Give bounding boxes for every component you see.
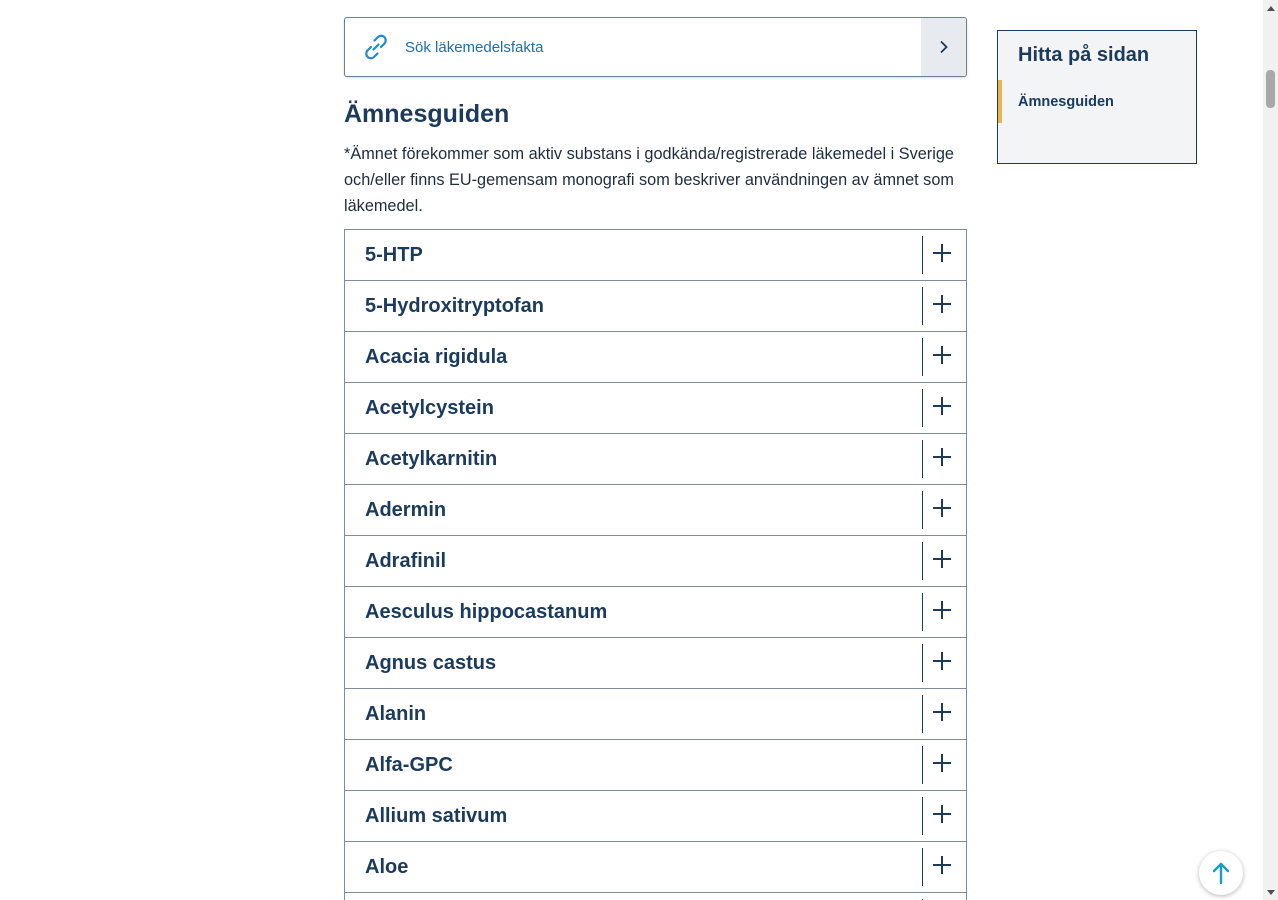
arrow-up-icon	[1211, 861, 1231, 885]
accordion-divider	[922, 287, 923, 325]
chevron-right-icon[interactable]	[921, 18, 966, 76]
accordion-divider	[922, 593, 923, 631]
accordion-divider	[922, 644, 923, 682]
accordion-item-title: Allium sativum	[365, 804, 508, 827]
plus-icon[interactable]	[933, 550, 951, 568]
accordion-item-title: Acetylkarnitin	[365, 447, 498, 470]
accordion-item[interactable]: Agnus castus	[344, 638, 967, 689]
back-to-top-button[interactable]	[1199, 851, 1243, 895]
accordion-item-title: 5-HTP	[365, 243, 423, 266]
accordion-item-title: 5-Hydroxitryptofan	[365, 294, 544, 317]
find-on-page-box: Hitta på sidan Ämnesguiden	[997, 30, 1197, 164]
accordion-item[interactable]: Aloe	[344, 842, 967, 893]
accordion-item[interactable]: Alanin	[344, 689, 967, 740]
accordion-item-title: Acetylcystein	[365, 396, 494, 419]
accordion-item[interactable]: Allium sativum	[344, 791, 967, 842]
accordion-divider	[922, 440, 923, 478]
plus-icon[interactable]	[933, 652, 951, 670]
accordion-item-title: Aloe	[365, 855, 409, 878]
accordion-divider	[922, 797, 923, 835]
accordion-item[interactable]: Adermin	[344, 485, 967, 536]
accordion-item[interactable]: Acetylcystein	[344, 383, 967, 434]
accordion-divider	[922, 389, 923, 427]
plus-icon[interactable]	[933, 499, 951, 517]
plus-icon[interactable]	[933, 448, 951, 466]
accordion-item-title: Acacia rigidula	[365, 345, 508, 368]
plus-icon[interactable]	[933, 754, 951, 772]
accordion-item[interactable]: 5-HTP	[344, 229, 967, 281]
accordion-item-title: Alfa-GPC	[365, 753, 453, 776]
accordion-item-title: Alanin	[365, 702, 427, 725]
plus-icon[interactable]	[933, 346, 951, 364]
accordion-item-title: Adermin	[365, 498, 447, 521]
accordion-item[interactable]: Acetylkarnitin	[344, 434, 967, 485]
link-icon	[359, 30, 393, 64]
substance-accordion: 5-HTP 5-Hydroxitryptofan Acacia rigidula Ac…	[344, 229, 967, 900]
toc-item-label: Ämnesguiden	[1018, 93, 1114, 110]
search-drug-facts-label: Sök läkemedelsfakta	[405, 38, 544, 56]
plus-icon[interactable]	[933, 703, 951, 721]
plus-icon[interactable]	[933, 397, 951, 415]
accordion-item[interactable]: Acacia rigidula	[344, 332, 967, 383]
plus-icon[interactable]	[933, 244, 951, 262]
page-heading: Ämnesguiden	[344, 100, 510, 128]
accordion-divider	[922, 236, 923, 274]
accordion-divider	[922, 542, 923, 580]
vertical-scrollbar[interactable]	[1263, 0, 1278, 900]
accordion-item[interactable]: Alfa-GPC	[344, 740, 967, 791]
accordion-item-title: Aesculus hippocastanum	[365, 600, 608, 623]
plus-icon[interactable]	[933, 856, 951, 874]
toc-item-amnesguiden[interactable]: Ämnesguiden	[998, 80, 1196, 123]
accordion-item-title: Adrafinil	[365, 549, 447, 572]
search-drug-facts-link[interactable]: Sök läkemedelsfakta	[344, 17, 967, 77]
accordion-item-title: Agnus castus	[365, 651, 497, 674]
accordion-item[interactable]: 5-Hydroxitryptofan	[344, 281, 967, 332]
page: Sök läkemedelsfakta Ämnesguiden *Ämnet f…	[0, 0, 1263, 900]
scrollbar-thumb[interactable]	[1266, 70, 1275, 108]
scroll-down-icon[interactable]	[1263, 885, 1278, 900]
plus-icon[interactable]	[933, 601, 951, 619]
plus-icon[interactable]	[933, 295, 951, 313]
accordion-divider	[922, 695, 923, 733]
accordion-item[interactable]: Aesculus hippocastanum	[344, 587, 967, 638]
plus-icon[interactable]	[933, 805, 951, 823]
accordion-divider	[922, 491, 923, 529]
accordion-item[interactable]	[344, 893, 967, 900]
active-marker	[998, 80, 1002, 123]
accordion-divider	[922, 848, 923, 886]
intro-text: *Ämnet förekommer som aktiv substans i g…	[344, 145, 954, 215]
find-on-page-title: Hitta på sidan	[1018, 44, 1150, 66]
accordion-divider	[922, 746, 923, 784]
accordion-item[interactable]: Adrafinil	[344, 536, 967, 587]
scroll-up-icon[interactable]	[1263, 0, 1278, 15]
accordion-divider	[922, 338, 923, 376]
